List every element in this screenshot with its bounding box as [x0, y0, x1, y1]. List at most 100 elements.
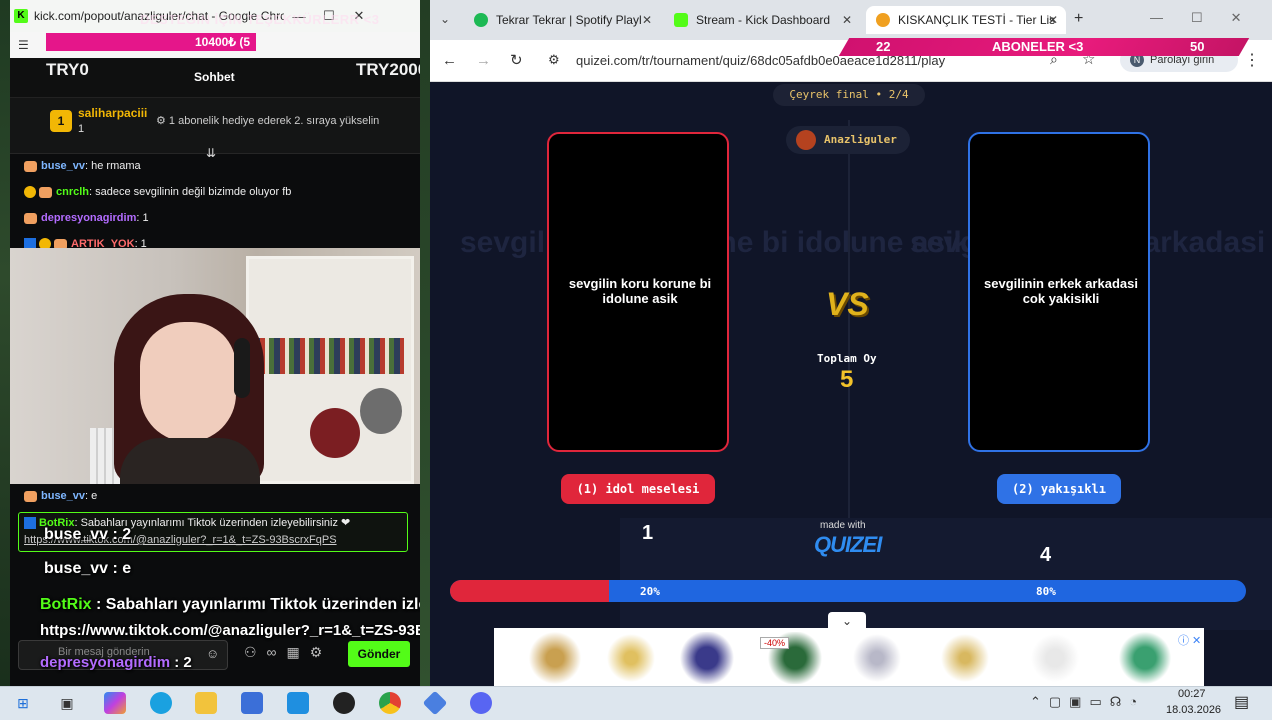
webcam-teddy-bear	[310, 408, 360, 458]
total-votes-label: Toplam Oy	[817, 352, 877, 365]
store-icon[interactable]	[241, 692, 263, 714]
emoji-icon[interactable]: ☺	[206, 646, 219, 661]
windows-start-icon[interactable]: ⊞	[12, 692, 34, 714]
chat-username[interactable]: buse_vv	[41, 160, 85, 172]
cat-badge-icon	[24, 160, 37, 172]
vote-share-left-label: 20%	[640, 585, 660, 598]
overlay-botrix-text: : Sabahları yayınlarımı Tiktok üzerinden…	[96, 596, 420, 613]
cat-badge-icon	[24, 212, 37, 224]
creator-avatar	[796, 130, 816, 150]
tab-spotify[interactable]: Tekrar Tekrar | Spotify Playl ✕	[464, 6, 660, 34]
overlay-botrix-name: BotRix	[40, 596, 92, 613]
back-icon[interactable]: ←	[442, 52, 457, 69]
site-info-icon[interactable]: ⚙	[548, 52, 560, 68]
vote-share-bar	[450, 580, 1246, 602]
tab-quiz[interactable]: KISKANÇLIK TESTİ - Tier Lis ✕	[866, 6, 1066, 34]
overlay-chat-botrix: BotRix : Sabahları yayınlarımı Tiktok üz…	[40, 594, 420, 614]
ad-info-icon[interactable]: ⓘ ✕	[1178, 632, 1201, 648]
chrome-icon[interactable]	[379, 692, 401, 714]
ad-product-image[interactable]	[1110, 632, 1180, 684]
scroll-to-bottom-icon[interactable]: ⇊	[206, 146, 216, 160]
sub-goal-current: 22	[876, 39, 891, 54]
gifter-name[interactable]: saliharpaciii	[78, 106, 147, 120]
made-with-label: made with	[820, 520, 866, 531]
copilot-icon[interactable]	[104, 692, 126, 714]
sub-badge-icon	[24, 186, 36, 199]
ad-discount-badge: -40%	[760, 637, 790, 649]
ad-product-image[interactable]	[842, 632, 912, 684]
clock-time[interactable]: 00:27	[1178, 688, 1206, 700]
option-card-left[interactable]: sevgilin koru korune bi idolune asik	[547, 132, 729, 452]
ad-product-image[interactable]	[930, 632, 1000, 684]
ad-product-image[interactable]	[672, 632, 742, 684]
gifter-count: 1	[78, 123, 85, 135]
option-card-right[interactable]: sevgilinin erkek arkadasi cok yakisikli	[968, 132, 1150, 452]
goal-progress-bar: 10400₺ (5	[46, 33, 256, 51]
gifter-hint-text: 1 abonelik hediye ederek 2. sıraya yükse…	[168, 115, 380, 127]
tab-close-icon[interactable]: ✕	[1048, 13, 1058, 27]
send-button[interactable]: Gönder	[348, 641, 410, 667]
kick-icon	[674, 13, 688, 27]
overlay-try-right: TRY2000	[356, 60, 420, 79]
task-view-icon[interactable]: ▣	[56, 692, 78, 714]
tab-close-icon[interactable]: ✕	[842, 13, 852, 27]
right-vote-count: 4	[1040, 544, 1052, 566]
left-vote-count: 1	[642, 522, 654, 544]
window-controls[interactable]: —☐✕	[1150, 10, 1270, 26]
webcam-person-face	[140, 322, 236, 442]
chat-title: Sohbet	[194, 70, 235, 84]
creator-name: Anazliguler	[824, 133, 897, 146]
discord-icon[interactable]	[470, 692, 492, 714]
stream-overlay-thanks: DESTEĞİN İÇİN TEŞEKKÜRLERR <3	[140, 12, 380, 27]
webcam-books	[254, 338, 404, 374]
ad-product-image[interactable]	[596, 632, 666, 684]
vote-share-left-fill	[450, 580, 610, 602]
kick-favicon-icon: K	[14, 9, 28, 23]
tab-search-icon[interactable]: ⌄	[440, 12, 450, 26]
mail-icon[interactable]	[287, 692, 309, 714]
chat-text: : e	[85, 490, 98, 502]
overlay-dep-name: depresyonagirdim	[40, 654, 171, 671]
webcam-headset	[234, 338, 250, 398]
forward-icon[interactable]: →	[476, 52, 491, 69]
vs-icon: VS	[826, 286, 869, 322]
chat-username[interactable]: depresyonagirdim	[41, 212, 136, 224]
quizei-logo[interactable]: QUIZEI	[814, 532, 882, 558]
notification-icon[interactable]: ▤	[1234, 692, 1249, 712]
spotify-icon	[474, 13, 488, 27]
menu-dots-icon[interactable]: ⋮	[1244, 50, 1260, 70]
chat-text: : 1	[136, 212, 149, 224]
chat-text: : sadece sevgilinin değil bizimde oluyor…	[89, 186, 292, 198]
ad-product-image[interactable]	[520, 632, 590, 684]
quizei-favicon-icon	[876, 13, 890, 27]
chat-popout-window: K kick.com/popout/anazliguler/chat - Goo…	[10, 0, 420, 686]
chat-username[interactable]: buse_vv	[41, 490, 85, 502]
clock-date[interactable]: 18.03.2026	[1166, 704, 1221, 716]
overlay-chat-link: https://www.tiktok.com/@anazliguler?_r=1…	[40, 622, 420, 639]
gifter-hint: ⚙ 1 abonelik hediye ederek 2. sıraya yük…	[156, 115, 380, 127]
overlay-chat-buse-e: buse_vv : e	[44, 560, 132, 577]
edge-icon[interactable]	[150, 692, 172, 714]
new-tab-icon[interactable]: +	[1074, 10, 1083, 28]
sub-goal-label: ABONELER <3	[992, 39, 1084, 54]
tab-close-icon[interactable]: ✕	[642, 13, 652, 27]
obs-icon[interactable]	[333, 692, 355, 714]
stage-pill: Çeyrek final • 2/4	[773, 84, 925, 106]
tab-kick-dashboard[interactable]: Stream - Kick Dashboard ✕	[664, 6, 860, 34]
chat-username[interactable]: cnrclh	[56, 186, 89, 198]
chat-message: depresyonagirdim: 1	[24, 212, 149, 224]
file-explorer-icon[interactable]	[195, 692, 217, 714]
desktop-wallpaper-gap	[420, 0, 430, 686]
choice-button-right[interactable]: (2) yakışıklı	[997, 474, 1121, 504]
bot-badge-icon	[24, 517, 36, 530]
chat-tool-icons[interactable]: ⚇∞▦⚙	[244, 644, 332, 661]
tab-label: KISKANÇLIK TESTİ - Tier Lis	[898, 13, 1056, 27]
cat-badge-icon	[39, 186, 52, 198]
ad-product-image[interactable]	[1020, 632, 1090, 684]
tune-icon[interactable]: ☰	[18, 38, 34, 52]
reload-icon[interactable]: ↻	[510, 51, 523, 69]
browser-window: ⌄ Tekrar Tekrar | Spotify Playl ✕ Stream …	[430, 0, 1272, 686]
choice-button-left[interactable]: (1) idol meselesi	[561, 474, 715, 504]
system-tray-icons[interactable]: ⌃▢▣▭☊◔	[1030, 694, 1145, 710]
tab-label: Tekrar Tekrar | Spotify Playl	[496, 13, 642, 27]
